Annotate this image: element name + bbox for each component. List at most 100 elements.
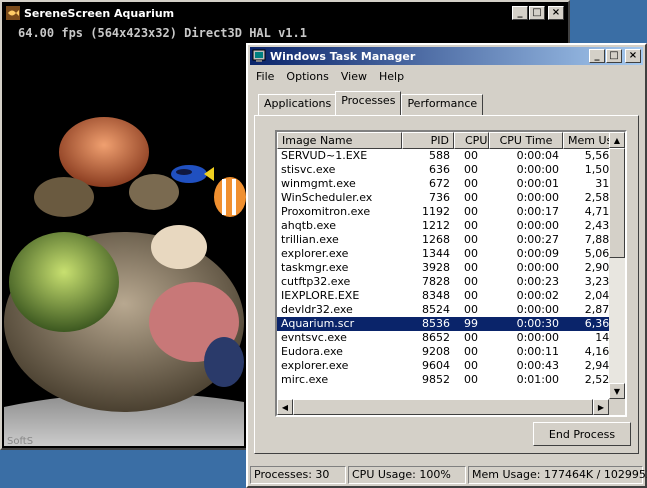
vertical-scroll-thumb[interactable] [609,148,625,258]
status-bar: Processes: 30 CPU Usage: 100% Mem Usage:… [250,464,647,484]
cell-image-name: trillian.exe [281,233,339,246]
cell-image-name: explorer.exe [281,359,349,372]
table-row[interactable]: devldr32.exe 8524 00 0:00:00 2,872 K [277,303,625,317]
cell-image-name: cutftp32.exe [281,275,351,288]
table-row[interactable]: stisvc.exe 636 00 0:00:00 1,500 K [277,163,625,177]
cell-pid: 1212 [422,219,450,232]
table-row[interactable]: WinScheduler.ex 736 00 0:00:00 2,584 K [277,191,625,205]
cell-cpu-time: 0:00:27 [516,233,559,246]
menu-help[interactable]: Help [373,70,410,83]
cell-pid: 1192 [422,205,450,218]
status-processes: Processes: 30 [250,466,346,484]
cell-pid: 3928 [422,261,450,274]
table-row[interactable]: ahqtb.exe 1212 00 0:00:00 2,432 K [277,219,625,233]
scroll-right-icon[interactable]: ▶ [593,399,609,415]
table-row[interactable]: taskmgr.exe 3928 00 0:00:00 2,900 K [277,261,625,275]
tab-processes[interactable]: Processes [335,91,402,115]
scroll-up-icon[interactable]: ▲ [609,132,625,148]
close-button[interactable]: × [548,6,564,20]
cell-cpu-time: 0:00:00 [516,303,559,316]
table-row[interactable]: IEXPLORE.EXE 8348 00 0:00:02 2,044 K [277,289,625,303]
cell-image-name: explorer.exe [281,247,349,260]
maximize-button[interactable]: □ [606,49,622,63]
minimize-button[interactable]: _ [512,6,528,20]
table-row[interactable]: winmgmt.exe672000:00:01312 K [277,177,625,191]
tab-performance[interactable]: Performance [401,94,484,115]
menu-bar: File Options View Help [250,67,643,85]
cell-pid: 736 [429,191,450,204]
table-row[interactable]: Proxomitron.exe 1192 00 0:00:17 4,716 K [277,205,625,219]
fish-icon [6,6,20,20]
cell-image-name: IEXPLORE.EXE [281,289,360,302]
cell-image-name: taskmgr.exe [281,261,349,274]
cell-cpu: 00 [464,219,478,232]
table-row[interactable]: evntsvc.exe8652000:00:00148 K [277,331,625,345]
tab-strip: Applications Processes Performance [258,91,484,115]
cell-cpu-time: 0:00:01 [516,177,559,190]
cell-image-name: stisvc.exe [281,163,336,176]
scroll-down-icon[interactable]: ▼ [609,383,625,399]
cell-image-name: Aquarium.scr [281,317,355,330]
menu-options[interactable]: Options [280,70,334,83]
menu-file[interactable]: File [250,70,280,83]
task-manager-titlebar[interactable]: Windows Task Manager _ □ × [250,47,643,65]
table-row[interactable]: trillian.exe 1268 00 0:00:27 7,884 K [277,233,625,247]
task-manager-window[interactable]: Windows Task Manager _ □ × File Options … [246,43,647,488]
maximize-button[interactable]: □ [529,6,545,20]
table-row[interactable]: mirc.exe 9852 00 0:01:00 2,520 K [277,373,625,387]
column-cpu[interactable]: CPU [454,132,489,149]
cell-cpu: 00 [464,303,478,316]
end-process-button[interactable]: End Process [533,422,631,446]
cell-pid: 636 [429,163,450,176]
column-cpu-time[interactable]: CPU Time [489,132,563,149]
cell-cpu: 00 [464,261,478,274]
cell-image-name: ahqtb.exe [281,219,336,232]
horizontal-scroll-thumb[interactable] [293,399,593,415]
orange-coral [59,117,149,187]
cell-image-name: evntsvc.exe [281,331,347,344]
process-list[interactable]: Image Name PID CPU CPU Time Mem Usage SE… [275,130,627,417]
minimize-button[interactable]: _ [589,49,605,63]
scroll-left-icon[interactable]: ◀ [277,399,293,415]
cell-image-name: Eudora.exe [281,345,343,358]
window-title: SereneScreen Aquarium [24,6,175,20]
list-rows: SERVUD~1.EXE 588 00 0:00:04 5,564 Kstisvc.ex… [277,149,625,387]
cell-cpu: 00 [464,331,478,344]
cell-cpu: 99 [464,317,478,330]
cell-pid: 8652 [422,331,450,344]
cell-cpu: 00 [464,149,478,162]
cell-cpu-time: 0:01:00 [516,373,559,386]
cell-cpu: 00 [464,359,478,372]
cell-cpu: 00 [464,163,478,176]
cell-cpu-time: 0:00:00 [516,191,559,204]
table-row[interactable]: Eudora.exe 9208 00 0:00:11 4,164 K [277,345,625,359]
table-row[interactable]: explorer.exe 1344 00 0:00:09 5,060 K [277,247,625,261]
vertical-scrollbar[interactable]: ▲ ▼ [609,132,625,399]
close-button[interactable]: × [625,49,641,63]
table-row[interactable]: Aquarium.scr 8536 99 0:00:30 6,360 K [277,317,625,331]
cell-cpu-time: 0:00:00 [516,163,559,176]
table-row[interactable]: explorer.exe 9604 00 0:00:43 2,948 K [277,359,625,373]
cell-cpu-time: 0:00:17 [516,205,559,218]
menu-view[interactable]: View [335,70,373,83]
cell-cpu-time: 0:00:00 [516,219,559,232]
table-row[interactable]: SERVUD~1.EXE 588 00 0:00:04 5,564 K [277,149,625,163]
column-pid[interactable]: PID [402,132,454,149]
green-coral [9,232,119,332]
fps-readout: 64.00 fps (564x423x32) Direct3D HAL v1.1 [18,26,307,40]
cell-image-name: mirc.exe [281,373,329,386]
cell-pid: 8348 [422,289,450,302]
column-image-name[interactable]: Image Name [277,132,402,149]
window-title: Windows Task Manager [270,49,416,63]
cell-cpu: 00 [464,345,478,358]
task-manager-icon [252,49,266,62]
cell-cpu-time: 0:00:00 [516,331,559,344]
tab-applications[interactable]: Applications [258,94,338,115]
status-cpu-usage: CPU Usage: 100% [348,466,466,484]
aquarium-titlebar[interactable]: SereneScreen Aquarium _ □ × [4,4,566,22]
cell-image-name: Proxomitron.exe [281,205,371,218]
horizontal-scrollbar[interactable]: ◀ ▶ [277,399,609,415]
cell-image-name: devldr32.exe [281,303,353,316]
cell-cpu-time: 0:00:23 [516,275,559,288]
table-row[interactable]: cutftp32.exe 7828 00 0:00:23 3,236 K [277,275,625,289]
